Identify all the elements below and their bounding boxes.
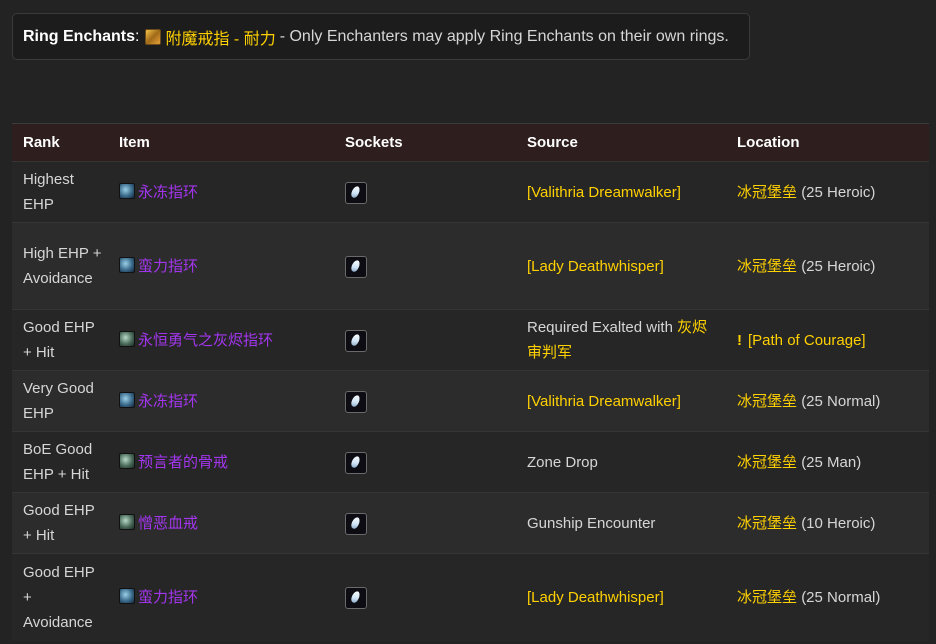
table-row: Good EHP + Hit 憎恶血戒 Gunship Encounter 冰冠… [12,492,929,554]
item-link[interactable]: 永冻指环 [138,393,198,410]
location-link[interactable]: 冰冠堡垒 [737,454,797,471]
rank-cell: High EHP + Avoidance [12,222,108,310]
location-cell: 冰冠堡垒 (25 Heroic) [726,222,929,310]
enchant-scroll-icon [145,28,162,45]
source-requirement: Required Exalted with [527,319,673,336]
location-difficulty: (25 Heroic) [801,257,876,275]
ring-icon[interactable] [119,330,135,347]
rank-cell: Very Good EHP [12,370,108,432]
sockets-cell [334,370,516,432]
table-row: Good EHP + Hit 永恒勇气之灰烬指环 Required Exalte… [12,309,929,371]
source-cell: [Valithria Dreamwalker] [516,370,726,432]
notice-description: - Only Enchanters may apply Ring Enchant… [279,27,729,45]
location-cell: 冰冠堡垒 (25 Heroic) [726,161,929,223]
ring-ranking-table: Rank Item Sockets Source Location Highes… [12,123,929,641]
rank-cell: Good EHP + Hit [12,309,108,371]
prismatic-socket-icon [345,181,367,204]
location-link[interactable]: 冰冠堡垒 [737,258,797,275]
item-cell: 永恒勇气之灰烬指环 [108,309,334,371]
table-row: BoE Good EHP + Hit 预言者的骨戒 Zone Drop 冰冠堡垒… [12,431,929,493]
table-row: High EHP + Avoidance 蛮力指环 [Lady Deathwhi… [12,222,929,310]
ring-icon[interactable] [119,391,135,408]
enchant-link[interactable]: 附魔戒指 - 耐力 [165,25,275,49]
location-difficulty: (25 Normal) [801,588,881,606]
item-cell: 永冻指环 [108,370,334,432]
rank-cell: Good EHP + Avoidance [12,553,108,641]
prismatic-socket-icon [345,586,367,609]
header-rank: Rank [12,123,108,162]
source-text: Zone Drop [527,453,598,471]
source-text: Gunship Encounter [527,514,656,532]
notice-colon: : [135,27,140,45]
location-cell: 冰冠堡垒 (25 Normal) [726,553,929,641]
location-link[interactable]: 冰冠堡垒 [737,184,797,201]
ring-icon[interactable] [119,452,135,469]
location-cell: ! [Path of Courage] [726,309,929,371]
rank-cell: Highest EHP [12,161,108,223]
location-cell: 冰冠堡垒 (25 Man) [726,431,929,493]
item-link[interactable]: 永恒勇气之灰烬指环 [138,332,273,349]
item-cell: 蛮力指环 [108,222,334,310]
source-link[interactable]: [Valithria Dreamwalker] [527,184,681,201]
header-sockets: Sockets [334,123,516,162]
ring-icon[interactable] [119,256,135,273]
notice-label: Ring Enchants [23,27,136,45]
sockets-cell [334,492,516,554]
location-link[interactable]: 冰冠堡垒 [737,393,797,410]
location-link[interactable]: 冰冠堡垒 [737,589,797,606]
prismatic-socket-icon [345,512,367,535]
source-cell: Gunship Encounter [516,492,726,554]
source-link[interactable]: [Valithria Dreamwalker] [527,393,681,410]
item-cell: 预言者的骨戒 [108,431,334,493]
table-header-row: Rank Item Sockets Source Location [12,123,929,162]
prismatic-socket-icon [345,329,367,352]
table-row: Very Good EHP 永冻指环 [Valithria Dreamwalke… [12,370,929,432]
location-difficulty: (10 Heroic) [801,514,876,532]
ring-icon[interactable] [119,182,135,199]
source-cell: Required Exalted with 灰烬审判军 [516,309,726,371]
item-cell: 永冻指环 [108,161,334,223]
ring-icon[interactable] [119,587,135,604]
location-difficulty: (25 Normal) [801,392,881,410]
item-cell: 憎恶血戒 [108,492,334,554]
prismatic-socket-icon [345,451,367,474]
sockets-cell [334,309,516,371]
item-link[interactable]: 蛮力指环 [138,589,198,606]
item-link[interactable]: 蛮力指环 [138,258,198,275]
header-location: Location [726,123,929,162]
location-difficulty: (25 Heroic) [801,183,876,201]
item-link[interactable]: 憎恶血戒 [138,515,198,532]
header-item: Item [108,123,334,162]
source-link[interactable]: [Lady Deathwhisper] [527,258,664,275]
sockets-cell [334,553,516,641]
table-row: Highest EHP 永冻指环 [Valithria Dreamwalker]… [12,161,929,223]
prismatic-socket-icon [345,255,367,278]
source-cell: [Lady Deathwhisper] [516,222,726,310]
quest-exclamation-icon: ! [737,331,742,349]
prismatic-socket-icon [345,390,367,413]
source-cell: [Valithria Dreamwalker] [516,161,726,223]
item-link[interactable]: 永冻指环 [138,184,198,201]
item-link[interactable]: 预言者的骨戒 [138,454,228,471]
location-cell: 冰冠堡垒 (10 Heroic) [726,492,929,554]
ring-enchant-notice: Ring Enchants: 附魔戒指 - 耐力 - Only Enchante… [12,13,750,60]
location-cell: 冰冠堡垒 (25 Normal) [726,370,929,432]
ring-icon[interactable] [119,513,135,530]
sockets-cell [334,222,516,310]
source-cell: [Lady Deathwhisper] [516,553,726,641]
sockets-cell [334,161,516,223]
source-link[interactable]: [Lady Deathwhisper] [527,589,664,606]
source-cell: Zone Drop [516,431,726,493]
quest-link[interactable]: [Path of Courage] [748,332,866,349]
item-cell: 蛮力指环 [108,553,334,641]
table-row: Good EHP + Avoidance 蛮力指环 [Lady Deathwhi… [12,553,929,641]
header-source: Source [516,123,726,162]
rank-cell: BoE Good EHP + Hit [12,431,108,493]
location-link[interactable]: 冰冠堡垒 [737,515,797,532]
rank-cell: Good EHP + Hit [12,492,108,554]
sockets-cell [334,431,516,493]
location-difficulty: (25 Man) [801,453,862,471]
